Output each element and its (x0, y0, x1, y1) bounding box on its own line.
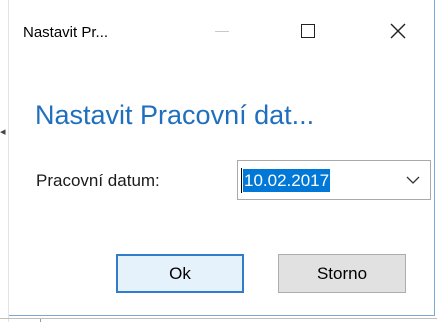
work-date-label: Pracovní datum: (36, 171, 160, 190)
title-bar[interactable]: Nastavit Pr... (9, 0, 435, 70)
work-date-value[interactable]: 10.02.2017 (243, 169, 331, 192)
work-date-dropdown[interactable]: 10.02.2017 (237, 160, 431, 200)
ok-button[interactable]: Ok (116, 254, 244, 293)
cancel-button[interactable]: Storno (278, 254, 406, 293)
maximize-icon (301, 24, 315, 38)
background-arrow-icon: ◂ (0, 126, 6, 138)
chevron-down-icon[interactable] (406, 173, 420, 187)
close-icon (390, 23, 406, 39)
background-bottom-line (0, 318, 437, 319)
maximize-button[interactable] (285, 8, 331, 54)
minimize-icon (215, 30, 229, 32)
set-work-date-dialog: Nastavit Pr... Nastavit Pracovní dat... … (9, 0, 435, 316)
dialog-heading: Nastavit Pracovní dat... (35, 100, 315, 130)
window-title: Nastavit Pr... (23, 24, 109, 41)
minimize-button[interactable] (199, 8, 245, 54)
text-caret (241, 168, 242, 193)
background-window (0, 0, 8, 322)
screen: ◂ Nastavit Pr... Nastavit Pracovní dat..… (0, 0, 437, 322)
close-button[interactable] (375, 8, 421, 54)
